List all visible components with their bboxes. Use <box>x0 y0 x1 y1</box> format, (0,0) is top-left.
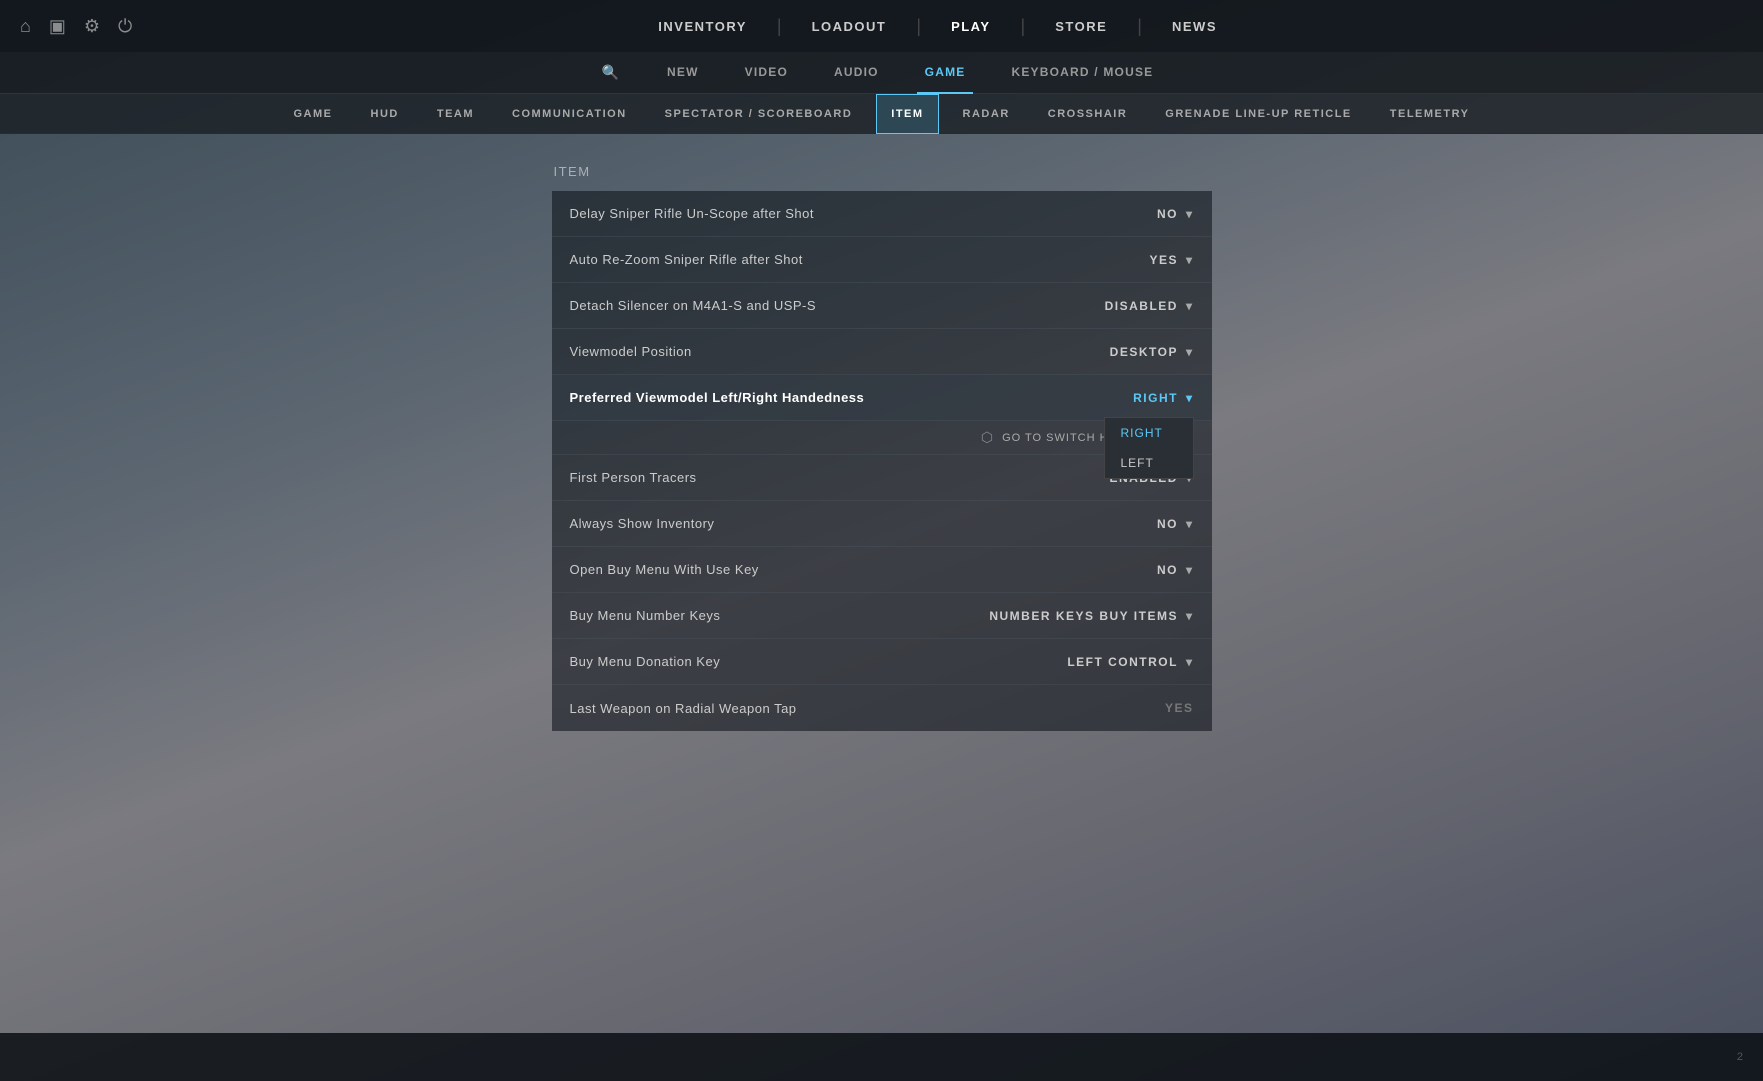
setting-value-text: NO <box>1157 517 1178 531</box>
search-icon[interactable]: 🔍 <box>602 64 619 81</box>
setting-label: Auto Re-Zoom Sniper Rifle after Shot <box>570 252 803 267</box>
top-bar: ⌂ ▣ ⚙ ⏻ INVENTORY | LOADOUT | PLAY | STO… <box>0 0 1763 52</box>
setting-detach-silencer: Detach Silencer on M4A1-S and USP-S DISA… <box>552 283 1212 329</box>
setting-label: Detach Silencer on M4A1-S and USP-S <box>570 298 817 313</box>
setting-label: Buy Menu Donation Key <box>570 654 721 669</box>
setting-label: Viewmodel Position <box>570 344 692 359</box>
chevron-down-icon: ▾ <box>1186 345 1194 359</box>
setting-value-buy-menu-number-keys[interactable]: NUMBER KEYS BUY ITEMS ▾ <box>989 609 1193 623</box>
nav-inventory[interactable]: INVENTORY <box>628 0 777 52</box>
dropdown-option-left[interactable]: Left <box>1105 448 1193 478</box>
chevron-down-icon: ▾ <box>1186 655 1194 669</box>
tab-new[interactable]: NEW <box>659 52 707 94</box>
setting-value-text: NO <box>1157 563 1178 577</box>
tab-audio[interactable]: AUDIO <box>826 52 887 94</box>
setting-label: Buy Menu Number Keys <box>570 608 721 623</box>
chevron-down-icon: ▾ <box>1186 517 1194 531</box>
setting-value-text: YES <box>1149 253 1178 267</box>
subnav-team[interactable]: TEAM <box>423 94 488 134</box>
setting-buy-menu-number-keys: Buy Menu Number Keys NUMBER KEYS BUY ITE… <box>552 593 1212 639</box>
setting-always-show-inventory: Always Show Inventory NO ▾ <box>552 501 1212 547</box>
setting-value-viewmodel-position[interactable]: DESKTOP ▾ <box>1110 345 1194 359</box>
nav-loadout[interactable]: LOADOUT <box>782 0 917 52</box>
chevron-down-icon: ▾ <box>1186 253 1194 267</box>
subnav-item[interactable]: ITEM <box>876 94 938 134</box>
subnav-crosshair[interactable]: CROSSHAIR <box>1034 94 1142 134</box>
external-link-icon: ⬡ <box>981 429 994 446</box>
setting-label: First Person Tracers <box>570 470 697 485</box>
setting-value-always-show-inventory[interactable]: NO ▾ <box>1157 517 1194 531</box>
game-settings-subnav: GAME HUD TEAM COMMUNICATION SPECTATOR / … <box>0 94 1763 134</box>
setting-label: Always Show Inventory <box>570 516 715 531</box>
setting-last-weapon: Last Weapon on Radial Weapon Tap YES <box>552 685 1212 731</box>
chevron-down-icon: ▾ <box>1186 207 1194 221</box>
subnav-game[interactable]: GAME <box>280 94 347 134</box>
setting-open-buy-menu: Open Buy Menu With Use Key NO ▾ <box>552 547 1212 593</box>
nav-play[interactable]: PLAY <box>921 0 1020 52</box>
tab-game[interactable]: GAME <box>917 52 974 94</box>
subnav-telemetry[interactable]: TELEMETRY <box>1376 94 1484 134</box>
content-area: Item Delay Sniper Rifle Un-Scope after S… <box>532 134 1232 761</box>
setting-value-detach-silencer[interactable]: DISABLED ▾ <box>1105 299 1194 313</box>
subnav-communication[interactable]: COMMUNICATION <box>498 94 641 134</box>
setting-value-buy-menu-donation[interactable]: LEFT CONTROL ▾ <box>1067 655 1193 669</box>
power-icon[interactable]: ⏻ <box>118 16 132 37</box>
bottom-bar: 2 <box>0 1033 1763 1081</box>
chevron-down-icon: ▾ <box>1186 299 1194 313</box>
setting-label: Open Buy Menu With Use Key <box>570 562 759 577</box>
setting-value-auto-rezoom[interactable]: YES ▾ <box>1149 253 1193 267</box>
settings-list: Delay Sniper Rifle Un-Scope after Shot N… <box>552 191 1212 731</box>
top-bar-icons: ⌂ ▣ ⚙ ⏻ <box>20 16 132 37</box>
setting-value-text: NO <box>1157 207 1178 221</box>
setting-value-text: DESKTOP <box>1110 345 1178 359</box>
dropdown-option-right[interactable]: Right <box>1105 418 1193 448</box>
subnav-grenade[interactable]: GRENADE LINE-UP RETICLE <box>1151 94 1365 134</box>
setting-buy-menu-donation: Buy Menu Donation Key LEFT CONTROL ▾ <box>552 639 1212 685</box>
setting-auto-rezoom: Auto Re-Zoom Sniper Rifle after Shot YES… <box>552 237 1212 283</box>
setting-label: Last Weapon on Radial Weapon Tap <box>570 701 797 716</box>
handedness-dropdown: Right Left <box>1104 417 1194 479</box>
subnav-hud[interactable]: HUD <box>357 94 413 134</box>
setting-value-text: LEFT CONTROL <box>1067 655 1178 669</box>
setting-value-open-buy-menu[interactable]: NO ▾ <box>1157 563 1194 577</box>
chevron-down-icon: ▾ <box>1186 563 1194 577</box>
setting-value-text: DISABLED <box>1105 299 1178 313</box>
setting-handedness: Preferred Viewmodel Left/Right Handednes… <box>552 375 1212 421</box>
setting-value-last-weapon: YES <box>1165 701 1194 715</box>
setting-delay-sniper: Delay Sniper Rifle Un-Scope after Shot N… <box>552 191 1212 237</box>
setting-viewmodel-position: Viewmodel Position DESKTOP ▾ <box>552 329 1212 375</box>
section-title: Item <box>552 164 1212 179</box>
tv-icon[interactable]: ▣ <box>49 16 66 37</box>
home-icon[interactable]: ⌂ <box>20 16 31 37</box>
chevron-down-icon: ▾ <box>1186 609 1194 623</box>
setting-value-text: NUMBER KEYS BUY ITEMS <box>989 609 1178 623</box>
setting-value-text: YES <box>1165 701 1194 715</box>
tab-video[interactable]: VIDEO <box>737 52 796 94</box>
setting-label: Delay Sniper Rifle Un-Scope after Shot <box>570 206 814 221</box>
nav-store[interactable]: STORE <box>1025 0 1137 52</box>
subnav-radar[interactable]: RADAR <box>949 94 1024 134</box>
nav-news[interactable]: NEWS <box>1142 0 1247 52</box>
gear-icon[interactable]: ⚙ <box>84 16 100 37</box>
setting-value-delay-sniper[interactable]: NO ▾ <box>1157 207 1194 221</box>
setting-value-text: RIGHT <box>1133 391 1178 405</box>
chevron-down-icon: ▾ <box>1186 391 1194 405</box>
settings-category-nav: 🔍 NEW VIDEO AUDIO GAME KEYBOARD / MOUSE <box>0 52 1763 94</box>
version-text: 2 <box>1737 1051 1743 1063</box>
tab-keyboard-mouse[interactable]: KEYBOARD / MOUSE <box>1003 52 1161 94</box>
setting-label: Preferred Viewmodel Left/Right Handednes… <box>570 390 865 405</box>
setting-value-handedness[interactable]: RIGHT ▾ <box>1133 391 1193 405</box>
top-nav: INVENTORY | LOADOUT | PLAY | STORE | NEW… <box>132 0 1743 52</box>
subnav-spectator[interactable]: SPECTATOR / SCOREBOARD <box>651 94 867 134</box>
